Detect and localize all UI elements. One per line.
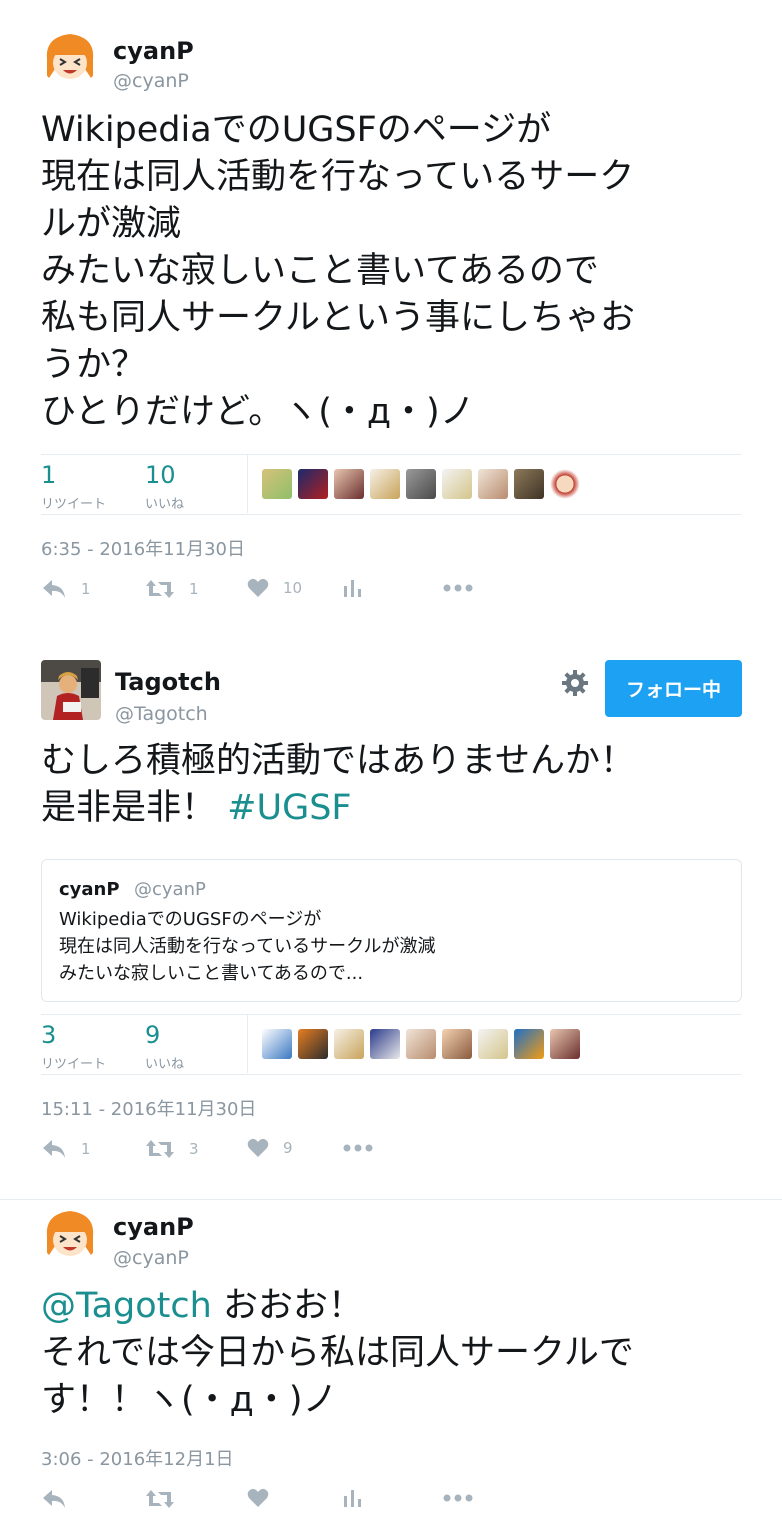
like-button[interactable]: 9 [247, 1138, 293, 1158]
liker-avatar[interactable] [514, 1029, 544, 1059]
retweet-icon [146, 1140, 174, 1158]
likes-count[interactable]: 10 [145, 461, 176, 489]
mention-link[interactable]: @Tagotch [41, 1286, 212, 1326]
retweet-button[interactable] [145, 1488, 175, 1510]
reply-icon [43, 1140, 65, 1158]
author-name[interactable]: cyanP [113, 1213, 194, 1241]
liker-avatar[interactable] [550, 469, 580, 499]
timestamp[interactable]: 6:35 - 2016年11月30日 [41, 535, 245, 561]
avatar[interactable] [41, 29, 99, 87]
tweet-text: むしろ積極的活動ではありませんか！ 是非是非！ #UGSF [41, 738, 741, 832]
quoted-tweet[interactable]: cyanP @cyanP WikipediaでのUGSFのページが 現在は同人活… [41, 859, 742, 1002]
retweet-button[interactable]: 3 [145, 1138, 199, 1160]
following-button[interactable]: フォロー中 [605, 660, 742, 717]
retweet-icon [146, 580, 174, 598]
tweet-text: @Tagotch おおお！ それでは今日から私は同人サークルで す！！ヽ(・д・… [41, 1283, 741, 1424]
retweet-icon [146, 1490, 174, 1508]
more-dots-icon [343, 1144, 373, 1152]
cyanp-avatar-icon [41, 1206, 99, 1264]
gear-icon [562, 670, 588, 696]
analytics-button[interactable] [343, 1488, 363, 1508]
like-count: 10 [283, 579, 303, 597]
liker-avatar[interactable] [262, 469, 292, 499]
reply-button[interactable]: 1 [41, 578, 91, 600]
action-bar [41, 1488, 501, 1518]
tweet-text: WikipediaでのUGSFのページが 現在は同人活動を行なっているサーク ル… [41, 110, 635, 432]
retweets-count[interactable]: 3 [41, 1021, 56, 1049]
stats-divider [247, 455, 248, 513]
liker-avatar[interactable] [406, 469, 436, 499]
analytics-icon [344, 580, 361, 597]
author-handle[interactable]: @cyanP [113, 70, 189, 92]
liker-avatar[interactable] [406, 1029, 436, 1059]
reply-icon [43, 580, 65, 598]
reply-icon [43, 1490, 65, 1508]
analytics-button[interactable] [343, 578, 363, 598]
analytics-icon [344, 1490, 361, 1507]
retweet-count: 1 [189, 580, 199, 598]
author-name[interactable]: cyanP [113, 37, 194, 65]
reply-button[interactable]: 1 [41, 1138, 91, 1160]
tweet-separator [0, 1199, 782, 1200]
likes-label: いいね [145, 497, 185, 512]
author-handle[interactable]: @cyanP [113, 1247, 189, 1269]
retweets-label: リツイート [41, 497, 107, 512]
quoted-tweet-text: WikipediaでのUGSFのページが 現在は同人活動を行なっているサークルが… [59, 909, 436, 984]
settings-button[interactable] [560, 668, 590, 698]
more-button[interactable] [343, 1144, 373, 1152]
avatar[interactable] [41, 660, 101, 720]
liker-avatar[interactable] [334, 469, 364, 499]
quoted-author-handle: @cyanP [134, 879, 206, 900]
reply-button[interactable] [41, 1488, 67, 1510]
liker-avatar[interactable] [370, 469, 400, 499]
liker-avatars [262, 1029, 580, 1059]
liker-avatar[interactable] [442, 1029, 472, 1059]
divider [41, 514, 741, 515]
divider [41, 1014, 741, 1015]
like-count: 9 [283, 1139, 293, 1157]
more-dots-icon [443, 1494, 473, 1502]
hashtag-link[interactable]: #UGSF [227, 788, 351, 828]
heart-icon [247, 1138, 269, 1157]
timestamp[interactable]: 15:11 - 2016年11月30日 [41, 1095, 256, 1121]
stats-divider [247, 1015, 248, 1073]
action-bar: 1 1 10 [41, 578, 501, 608]
heart-icon [247, 578, 269, 597]
liker-avatar[interactable] [334, 1029, 364, 1059]
liker-avatars [262, 469, 580, 499]
reply-count: 1 [81, 580, 91, 598]
liker-avatar[interactable] [370, 1029, 400, 1059]
liker-avatar[interactable] [262, 1029, 292, 1059]
author-name[interactable]: Tagotch [115, 668, 221, 696]
quoted-author-name: cyanP [59, 879, 120, 900]
more-button[interactable] [443, 1494, 473, 1502]
author-handle[interactable]: @Tagotch [115, 703, 208, 725]
more-button[interactable] [443, 584, 473, 592]
like-button[interactable]: 10 [247, 578, 302, 598]
more-dots-icon [443, 584, 473, 592]
like-button[interactable] [247, 1488, 269, 1508]
liker-avatar[interactable] [298, 1029, 328, 1059]
retweet-button[interactable]: 1 [145, 578, 199, 600]
reply-count: 1 [81, 1140, 91, 1158]
liker-avatar[interactable] [298, 469, 328, 499]
divider [41, 454, 741, 455]
timestamp[interactable]: 3:06 - 2016年12月1日 [41, 1445, 234, 1471]
cyanp-avatar-icon [41, 29, 99, 87]
liker-avatar[interactable] [442, 469, 472, 499]
avatar[interactable] [41, 1206, 99, 1264]
retweets-label: リツイート [41, 1057, 107, 1072]
liker-avatar[interactable] [550, 1029, 580, 1059]
heart-icon [247, 1488, 269, 1507]
liker-avatar[interactable] [478, 1029, 508, 1059]
retweets-count[interactable]: 1 [41, 461, 56, 489]
divider [41, 1074, 741, 1075]
liker-avatar[interactable] [478, 469, 508, 499]
action-bar: 1 3 9 [41, 1138, 501, 1168]
tagotch-avatar-icon [41, 660, 101, 720]
likes-count[interactable]: 9 [145, 1021, 160, 1049]
likes-label: いいね [145, 1057, 185, 1072]
liker-avatar[interactable] [514, 469, 544, 499]
retweet-count: 3 [189, 1140, 199, 1158]
